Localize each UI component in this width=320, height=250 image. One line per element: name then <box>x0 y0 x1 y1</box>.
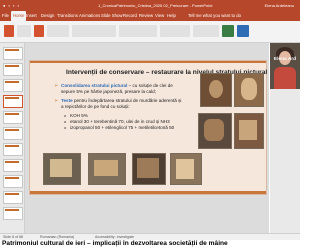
painting-photo[interactable] <box>132 153 166 185</box>
sub-bullet-item: o izopropanol 50 + etilenglicol 75 + meti… <box>54 125 182 131</box>
slide-bullet-list: ➢ Consolidarea stratului pictural – cu s… <box>54 83 182 131</box>
participant-video[interactable] <box>270 43 300 89</box>
ribbon-toolbar <box>0 21 300 43</box>
ribbon-tabs: File Home Insert Design Transitions Anim… <box>0 11 300 21</box>
slide-thumbnail[interactable] <box>3 111 23 124</box>
tab-design[interactable]: Design <box>41 11 54 21</box>
slide-bottom-accent <box>30 191 266 194</box>
document-title: 1_CronicaPatrimoniu_Cristina_2025 02_Pre… <box>98 3 213 8</box>
tell-me-search[interactable]: Tell me what you want to do <box>188 11 241 21</box>
slides-group[interactable] <box>47 25 69 37</box>
editing-group[interactable] <box>193 25 219 37</box>
slide-thumbnail[interactable] <box>3 207 23 220</box>
status-bar: Slide 8 of 88 Romanian (Romania) Accessi… <box>0 233 300 240</box>
user-account[interactable]: Elena Ardeleanu <box>265 0 294 11</box>
title-bar: ● ▪ ▪ ▪ 1_CronicaPatrimoniu_Cristina_202… <box>0 0 300 11</box>
tab-record[interactable]: Record <box>123 11 137 21</box>
quick-access-icons[interactable]: ● ▪ ▪ ▪ <box>3 0 20 11</box>
slide-thumbnail-selected[interactable] <box>3 95 23 108</box>
participant-name: Elena Ard <box>273 57 297 62</box>
checkmark-bullet-icon: ➢ <box>54 98 59 104</box>
tab-transitions[interactable]: Transitions <box>57 11 78 21</box>
slide-thumbnail[interactable] <box>3 175 23 188</box>
bullet-highlight: Consolidarea stratului pictural <box>61 83 128 88</box>
bullet-item: ➢ Consolidarea stratului pictural – cu s… <box>54 83 182 95</box>
clipboard-group[interactable] <box>17 25 31 37</box>
voice-dictate-button[interactable] <box>222 25 234 37</box>
footer-caption: Patrimoniul cultural de ieri – implicați… <box>2 240 228 247</box>
participant-body <box>274 67 296 89</box>
paragraph-group[interactable] <box>119 25 157 37</box>
tab-slide-show[interactable]: Slide Show <box>101 11 123 21</box>
painting-photo[interactable] <box>88 153 126 185</box>
sub-bullet-text: izopropanol 50 + etilenglicol 75 + metil… <box>70 125 175 130</box>
slide-thumbnail-pane <box>0 43 25 233</box>
current-slide[interactable]: Intervenții de conservare – restaurare l… <box>29 60 267 195</box>
tab-animations[interactable]: Animations <box>79 11 100 21</box>
slide-thumbnail[interactable] <box>3 191 23 204</box>
paste-button[interactable] <box>4 25 14 37</box>
sub-bullet-icon: o <box>64 125 67 130</box>
slide-thumbnail[interactable] <box>3 159 23 172</box>
new-slide-button[interactable] <box>34 25 44 37</box>
slide-top-accent <box>30 61 266 63</box>
tab-home[interactable]: Home <box>11 11 27 21</box>
tab-insert[interactable]: Insert <box>26 11 37 21</box>
bullet-item: ➢ Teste pentru îndepărtarea stratului de… <box>54 98 182 110</box>
painting-photo[interactable] <box>170 153 202 185</box>
sub-bullet-text: etanol 30 + terebentină 70, ulei de in c… <box>70 119 170 124</box>
right-side-panel <box>270 89 300 233</box>
painting-photo[interactable] <box>234 113 264 149</box>
slide-thumbnail[interactable] <box>3 127 23 140</box>
tab-help[interactable]: Help <box>167 11 176 21</box>
painting-photo[interactable] <box>43 153 81 185</box>
painting-photo[interactable] <box>234 73 264 107</box>
slide-thumbnail[interactable] <box>3 47 23 60</box>
slide-thumbnail[interactable] <box>3 79 23 92</box>
painting-photo[interactable] <box>200 73 232 107</box>
painting-photo[interactable] <box>198 113 232 149</box>
tab-view[interactable]: View <box>155 11 164 21</box>
drawing-group[interactable] <box>160 25 190 37</box>
checkmark-bullet-icon: ➢ <box>54 83 59 89</box>
sub-bullet-text: KOH 5% <box>70 113 88 118</box>
slide-thumbnail[interactable] <box>3 143 23 156</box>
bullet-text: pentru îndepărtarea stratului de murdări… <box>61 98 182 109</box>
slide-thumbnail[interactable] <box>3 63 23 76</box>
bullet-highlight: Teste <box>61 98 73 103</box>
designer-button[interactable] <box>237 25 249 37</box>
tab-review[interactable]: Review <box>139 11 153 21</box>
tab-file[interactable]: File <box>2 11 9 21</box>
font-group[interactable] <box>72 25 116 37</box>
